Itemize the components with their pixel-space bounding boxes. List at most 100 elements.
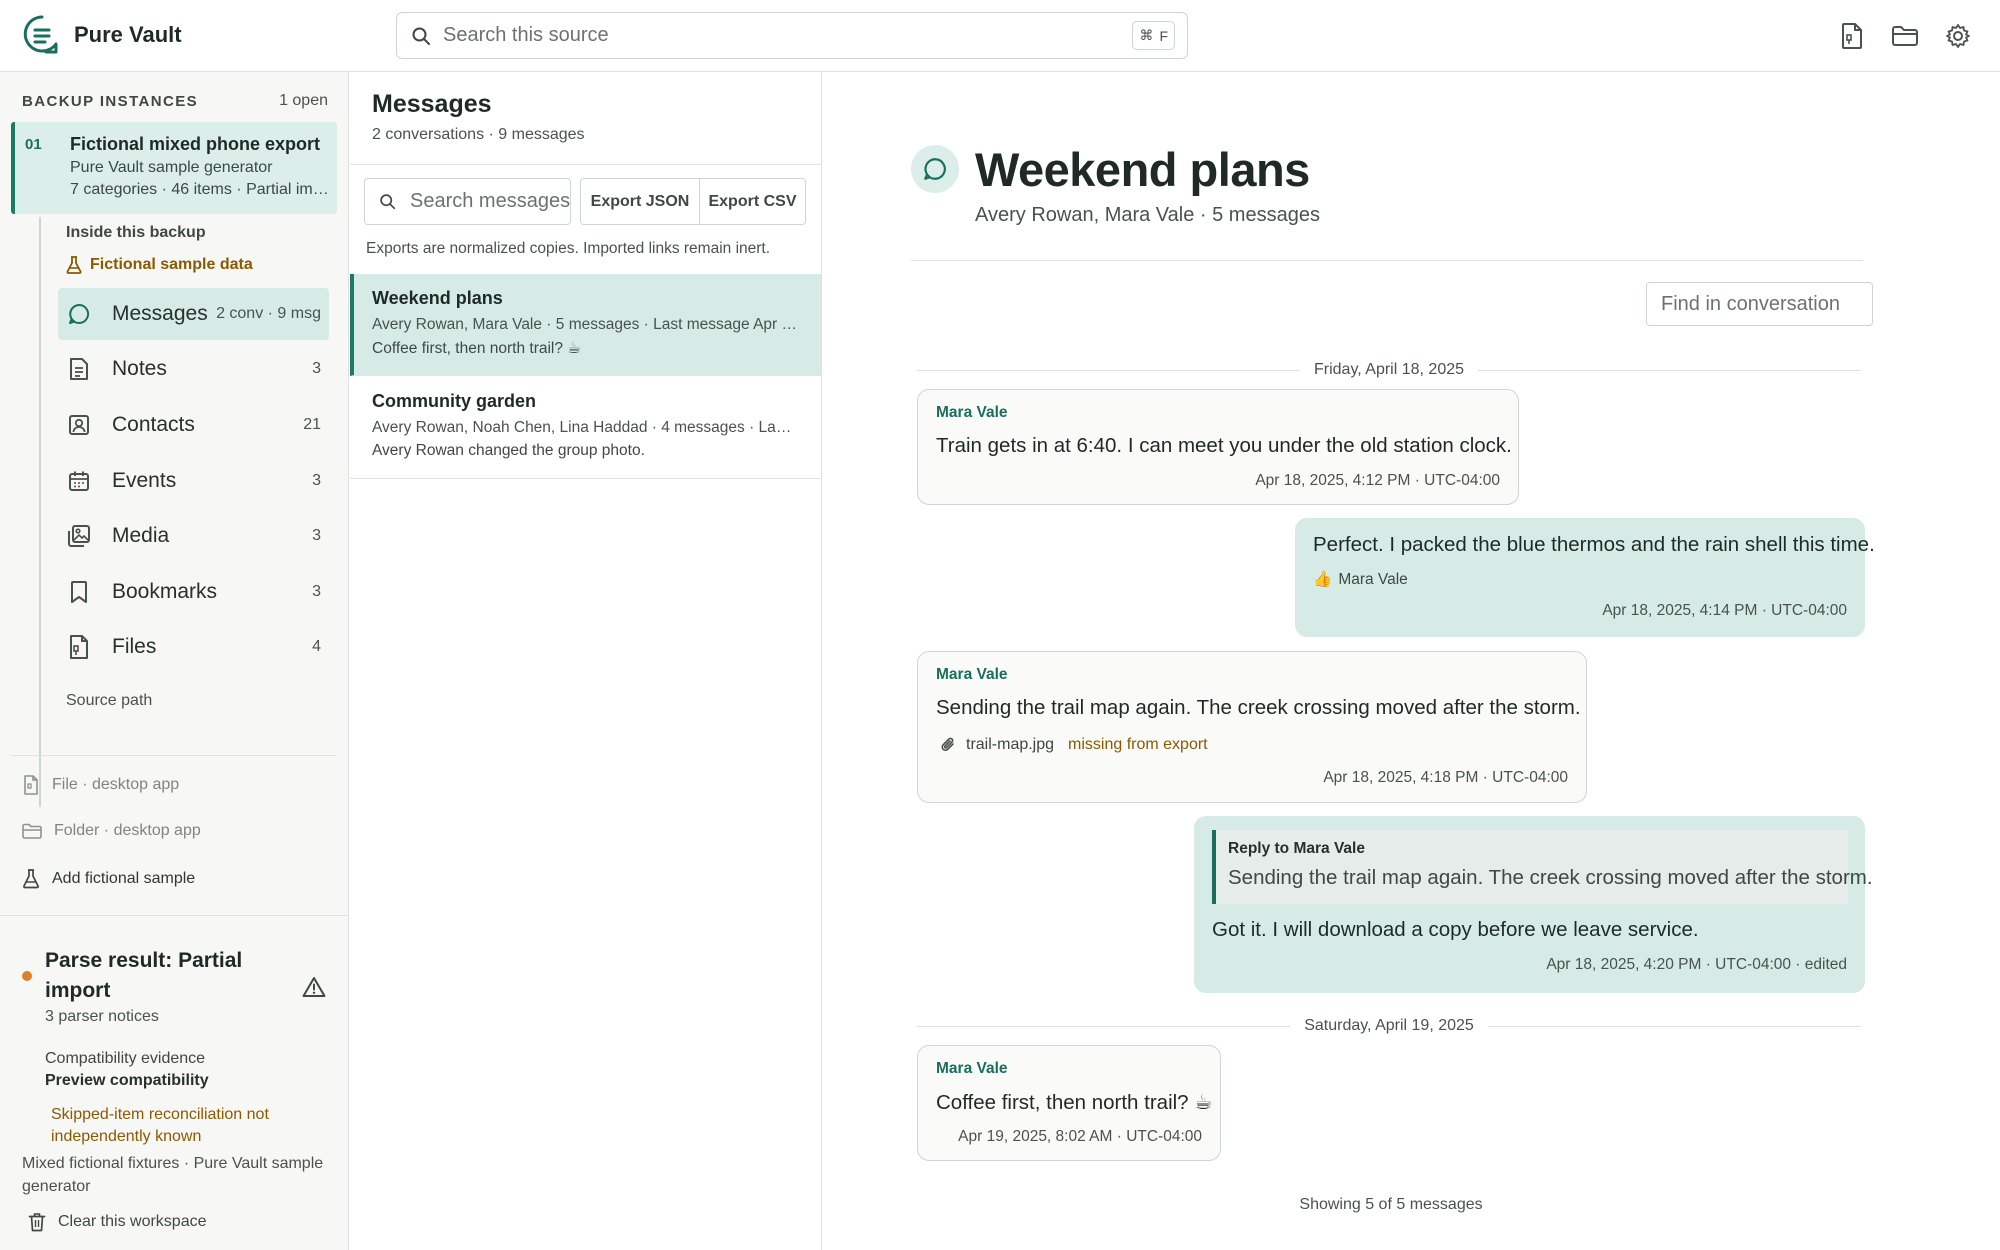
- list-title: Messages: [372, 90, 492, 118]
- settings-button[interactable]: [1942, 20, 1974, 52]
- sidebar-item-bookmarks[interactable]: Bookmarks 3: [58, 566, 329, 618]
- add-sample-label: Add fictional sample: [52, 870, 196, 887]
- sidebar-item-count: 3: [312, 472, 321, 489]
- search-icon: [411, 26, 431, 46]
- message-timestamp: Apr 19, 2025, 8:02 AM · UTC-04:00: [958, 1128, 1202, 1145]
- open-folder-button[interactable]: [1889, 20, 1921, 52]
- sidebar-item-events[interactable]: Events 3: [58, 455, 329, 507]
- search-icon: [379, 193, 396, 210]
- image-icon: [66, 523, 92, 549]
- backup-instance-card[interactable]: 01 Fictional mixed phone export Pure Vau…: [11, 122, 337, 214]
- sidebar-item-count: 2 conv · 9 msg: [216, 305, 321, 322]
- message-icon: [922, 156, 948, 182]
- inside-backup-label: Inside this backup: [66, 224, 206, 241]
- conversation-item-community-garden[interactable]: Community garden Avery Rowan, Noah Chen,…: [350, 377, 821, 479]
- message-timestamp: Apr 18, 2025, 4:14 PM · UTC-04:00: [1602, 602, 1847, 619]
- file-icon: [66, 634, 92, 660]
- open-file-button[interactable]: [1836, 20, 1868, 52]
- message-bubble-incoming[interactable]: Mara Vale Sending the trail map again. T…: [917, 651, 1587, 803]
- sidebar: BACKUP INSTANCES 1 open 01 Fictional mix…: [0, 72, 349, 1250]
- conversation-meta: Avery Rowan, Noah Chen, Lina Haddad · 4 …: [372, 419, 798, 436]
- skipped-items-warning: Skipped-item reconciliation not independ…: [51, 1106, 269, 1145]
- calendar-icon: [66, 468, 92, 494]
- message-sender: Mara Vale: [936, 1060, 1008, 1077]
- top-bar: Pure Vault ⌘ F: [0, 0, 2000, 72]
- message-bubble-incoming[interactable]: Mara Vale Train gets in at 6:40. I can m…: [917, 389, 1519, 505]
- message-attachment[interactable]: trail-map.jpg missing from export: [940, 736, 1208, 754]
- reply-quoted-text: Sending the trail map again. The creek c…: [1228, 866, 1873, 889]
- conversation-meta: Avery Rowan, Mara Vale · 5 messages · La…: [372, 316, 798, 333]
- command-key-glyph: ⌘: [1139, 27, 1154, 43]
- reply-quote[interactable]: Reply to Mara Vale Sending the trail map…: [1212, 830, 1873, 904]
- sidebar-item-label: Files: [112, 635, 157, 658]
- brand[interactable]: Pure Vault: [22, 14, 182, 56]
- fictional-data-label: Fictional sample data: [90, 256, 253, 273]
- message-search-input[interactable]: [410, 190, 570, 213]
- attachment-filename: trail-map.jpg: [966, 736, 1055, 753]
- message-reaction: 👍 Mara Vale: [1313, 570, 1408, 589]
- sidebar-item-label: Bookmarks: [112, 580, 218, 603]
- reaction-author: Mara Vale: [1338, 570, 1408, 588]
- message-text: Sending the trail map again. The creek c…: [936, 696, 1581, 719]
- export-note: Exports are normalized copies. Imported …: [366, 240, 771, 257]
- divider: [350, 164, 822, 165]
- parse-result-panel: Parse result: Partial import 3 parser no…: [0, 915, 348, 1250]
- open-file-action[interactable]: File · desktop app: [22, 775, 179, 795]
- sidebar-item-messages[interactable]: Messages 2 conv · 9 msg: [58, 288, 329, 340]
- message-bubble-incoming[interactable]: Mara Vale Coffee first, then north trail…: [917, 1045, 1221, 1161]
- message-bubble-outgoing[interactable]: Reply to Mara Vale Sending the trail map…: [1194, 816, 1873, 993]
- sidebar-item-media[interactable]: Media 3: [58, 510, 329, 562]
- warning-icon[interactable]: [302, 976, 326, 998]
- day-label: Saturday, April 19, 2025: [1304, 1017, 1474, 1034]
- backup-instances-header: BACKUP INSTANCES 1 open: [22, 92, 328, 110]
- message-search[interactable]: [364, 178, 571, 225]
- message-bubble-outgoing[interactable]: Perfect. I packed the blue thermos and t…: [1295, 518, 1875, 637]
- sidebar-item-count: 4: [312, 638, 321, 655]
- divider: [11, 755, 337, 756]
- message-text: Train gets in at 6:40. I can meet you un…: [936, 434, 1512, 457]
- conversation-title: Weekend plans: [372, 288, 503, 308]
- message-timestamp: Apr 18, 2025, 4:12 PM · UTC-04:00: [1255, 472, 1500, 489]
- message-list-pane: Messages 2 conversations · 9 messages Ex…: [350, 72, 822, 1250]
- sidebar-item-count: 3: [312, 360, 321, 377]
- showing-count-label: Showing 5 of 5 messages: [1299, 1196, 1483, 1213]
- tree-line: [39, 217, 41, 807]
- clear-workspace-button[interactable]: Clear this workspace: [28, 1212, 207, 1232]
- add-sample-action[interactable]: Add fictional sample: [22, 869, 195, 889]
- find-in-conversation[interactable]: [1646, 282, 1873, 326]
- message-text: Got it. I will download a copy before we…: [1212, 918, 1699, 941]
- conversation-pane: Weekend plans Avery Rowan, Mara Vale · 5…: [823, 72, 2000, 1250]
- source-path-link[interactable]: Source path: [66, 692, 152, 710]
- open-count: 1 open: [279, 92, 328, 109]
- instance-title: Fictional mixed phone export: [70, 134, 321, 154]
- sidebar-item-files[interactable]: Files 4: [58, 621, 329, 673]
- message-sender: Mara Vale: [936, 666, 1008, 683]
- conversation-participants: Avery Rowan, Mara Vale · 5 messages: [975, 204, 1320, 226]
- message-timestamp: Apr 18, 2025, 4:20 PM · UTC-04:00 · edit…: [1546, 956, 1847, 973]
- file-icon: [22, 775, 40, 795]
- app-title: Pure Vault: [74, 22, 182, 47]
- bookmark-icon: [66, 579, 92, 605]
- shortcut-key: F: [1159, 27, 1168, 44]
- parser-notices: 3 parser notices: [45, 1008, 159, 1025]
- sidebar-item-label: Media: [112, 524, 170, 547]
- find-in-conversation-input[interactable]: [1647, 283, 1872, 325]
- sidebar-item-contacts[interactable]: Contacts 21: [58, 399, 329, 451]
- export-csv-button[interactable]: Export CSV: [699, 178, 806, 225]
- day-label: Friday, April 18, 2025: [1314, 361, 1465, 378]
- sidebar-item-label: Notes: [112, 357, 167, 380]
- contact-icon: [66, 412, 92, 438]
- list-subtitle: 2 conversations · 9 messages: [372, 126, 585, 143]
- parse-result-title: Parse result: Partial import: [45, 949, 243, 1002]
- source-search-input[interactable]: [443, 24, 1123, 47]
- source-search[interactable]: ⌘ F: [396, 12, 1188, 59]
- sidebar-item-notes[interactable]: Notes 3: [58, 343, 329, 395]
- thumbs-up-icon: 👍: [1313, 571, 1333, 588]
- open-folder-action[interactable]: Folder · desktop app: [22, 822, 201, 840]
- attachment-status: missing from export: [1068, 736, 1208, 753]
- reply-label: Reply to Mara Vale: [1228, 840, 1365, 857]
- compatibility-label: Compatibility evidence: [45, 1050, 206, 1067]
- conversation-item-weekend-plans[interactable]: Weekend plans Avery Rowan, Mara Vale · 5…: [350, 274, 821, 376]
- flask-icon: [66, 256, 82, 274]
- export-json-button[interactable]: Export JSON: [580, 178, 700, 225]
